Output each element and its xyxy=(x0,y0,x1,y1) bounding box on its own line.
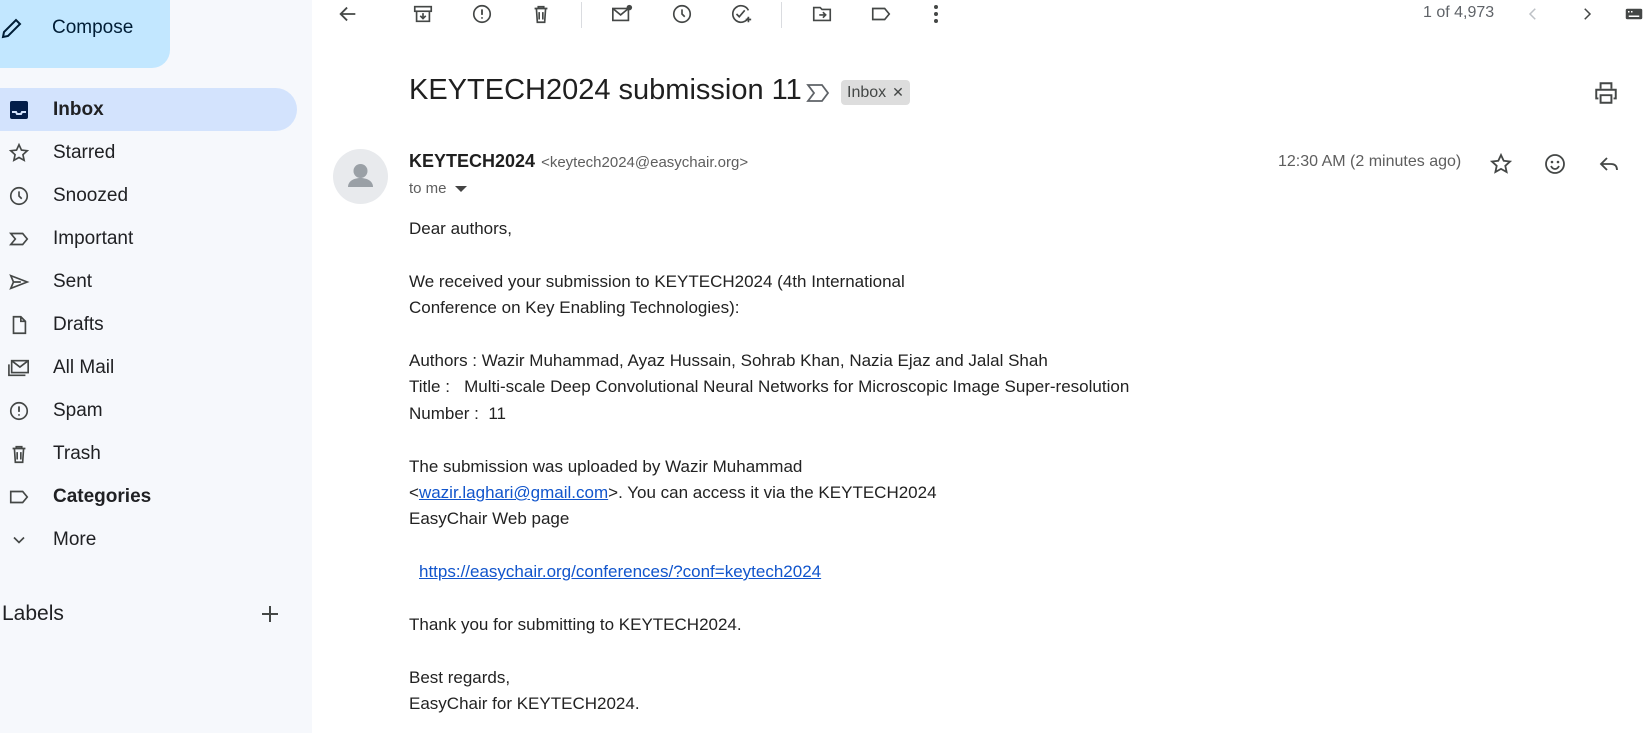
draft-icon xyxy=(6,312,32,338)
spam-icon xyxy=(6,398,32,424)
label-icon xyxy=(6,484,32,510)
sidebar-item-important[interactable]: Important xyxy=(0,217,297,260)
clock-icon xyxy=(6,183,32,209)
email-timestamp: 12:30 AM (2 minutes ago) xyxy=(1278,153,1462,170)
send-icon xyxy=(6,269,32,295)
more-vert-icon[interactable] xyxy=(922,0,950,28)
back-arrow-icon[interactable] xyxy=(334,0,362,28)
mark-unread-icon[interactable] xyxy=(608,0,636,28)
compose-button[interactable]: Compose xyxy=(0,0,170,68)
sidebar-item-label: Trash xyxy=(53,442,101,464)
labels-title: Labels xyxy=(2,602,64,625)
sidebar-item-label: Starred xyxy=(53,141,116,163)
sidebar-item-label: Snoozed xyxy=(53,184,129,206)
sidebar-item-label: More xyxy=(53,528,97,550)
keyboard-icon[interactable] xyxy=(1625,0,1643,28)
body-text: <wazir.laghari@gmail.com>. You can acces… xyxy=(409,482,937,502)
conference-url-link[interactable]: https://easychair.org/conferences/?conf=… xyxy=(419,562,821,581)
nav-list: Inbox Starred Snoozed Important Sent Dra… xyxy=(0,88,297,561)
star-icon[interactable] xyxy=(1487,150,1515,178)
add-label-button[interactable] xyxy=(256,600,284,628)
archive-icon[interactable] xyxy=(409,0,437,28)
label-as-icon[interactable] xyxy=(867,0,895,28)
sidebar-item-label: Categories xyxy=(53,485,152,507)
sidebar-item-snoozed[interactable]: Snoozed xyxy=(0,174,297,217)
body-text: The submission was uploaded by Wazir Muh… xyxy=(409,456,803,476)
sender-info: KEYTECH2024 <keytech2024@easychair.org> xyxy=(409,151,748,172)
sidebar-item-trash[interactable]: Trash xyxy=(0,432,297,475)
emoji-reaction-icon[interactable] xyxy=(1541,150,1569,178)
trash-icon xyxy=(6,441,32,467)
snooze-icon[interactable] xyxy=(668,0,696,28)
pencil-icon xyxy=(0,16,24,40)
sidebar-item-starred[interactable]: Starred xyxy=(0,131,297,174)
inbox-icon xyxy=(6,97,32,123)
sidebar-item-label: Spam xyxy=(53,399,103,421)
sidebar-item-inbox[interactable]: Inbox xyxy=(0,88,297,131)
sidebar-item-label: Inbox xyxy=(53,98,104,120)
pager-count: 1 of 4,973 xyxy=(1423,4,1495,21)
sidebar-item-label: Important xyxy=(53,227,134,249)
reply-icon[interactable] xyxy=(1595,150,1623,178)
recipient-details[interactable]: to me xyxy=(409,180,467,197)
recipient-label: to me xyxy=(409,180,447,197)
avatar xyxy=(333,149,388,204)
chip-label: Inbox xyxy=(847,83,887,101)
importance-marker-icon[interactable] xyxy=(806,82,830,104)
sender-name[interactable]: KEYTECH2024 xyxy=(409,151,535,172)
body-greeting: Dear authors, xyxy=(409,219,512,238)
labels-header: Labels xyxy=(2,600,284,628)
body-title: Title : Multi-scale Deep Convolutional N… xyxy=(409,377,1130,397)
plus-icon xyxy=(262,606,278,622)
sidebar-item-categories[interactable]: Categories xyxy=(0,475,297,518)
toolbar-divider xyxy=(781,2,782,28)
sidebar-item-drafts[interactable]: Drafts xyxy=(0,303,297,346)
sender-email: <keytech2024@easychair.org> xyxy=(541,154,749,171)
uploader-email-link[interactable]: wazir.laghari@gmail.com xyxy=(419,483,608,502)
sidebar-item-spam[interactable]: Spam xyxy=(0,389,297,432)
body-text: Conference on Key Enabling Technologies)… xyxy=(409,298,740,318)
report-spam-icon[interactable] xyxy=(468,0,496,28)
inbox-label-chip: Inbox ✕ xyxy=(841,80,910,105)
important-icon xyxy=(6,226,32,252)
chevron-left-icon[interactable] xyxy=(1519,0,1547,28)
body-regards: Best regards, xyxy=(409,667,511,687)
person-icon xyxy=(348,164,373,187)
body-thanks: Thank you for submitting to KEYTECH2024. xyxy=(409,614,742,634)
email-subject: KEYTECH2024 submission 11 xyxy=(409,74,802,106)
print-icon[interactable] xyxy=(1593,80,1619,106)
sidebar-item-label: Sent xyxy=(53,270,93,292)
body-authors: Authors : Wazir Muhammad, Ayaz Hussain, … xyxy=(409,350,1048,370)
all-mail-icon xyxy=(6,355,32,381)
body-signature: EasyChair for KEYTECH2024. xyxy=(409,694,640,714)
toolbar-divider xyxy=(581,2,582,28)
add-task-icon[interactable] xyxy=(728,0,756,28)
sidebar-item-all-mail[interactable]: All Mail xyxy=(0,346,297,389)
body-text: EasyChair Web page xyxy=(409,509,570,529)
star-icon xyxy=(6,140,32,166)
delete-icon[interactable] xyxy=(527,0,555,28)
email-body: Dear authors, We received your submissio… xyxy=(409,216,1309,717)
caret-down-icon xyxy=(454,185,467,192)
chevron-down-icon xyxy=(6,527,32,553)
chevron-right-icon[interactable] xyxy=(1573,0,1601,28)
body-text: We received your submission to KEYTECH20… xyxy=(409,271,905,291)
remove-label-icon[interactable]: ✕ xyxy=(892,84,904,101)
sidebar: Compose Inbox Starred Snoozed Important xyxy=(0,0,312,733)
move-to-icon[interactable] xyxy=(808,0,836,28)
sidebar-item-label: All Mail xyxy=(53,356,115,378)
sidebar-item-more[interactable]: More xyxy=(0,518,297,561)
compose-label: Compose xyxy=(52,17,134,38)
body-number: Number : 11 xyxy=(409,403,507,423)
sidebar-item-sent[interactable]: Sent xyxy=(0,260,297,303)
sidebar-item-label: Drafts xyxy=(53,313,104,335)
